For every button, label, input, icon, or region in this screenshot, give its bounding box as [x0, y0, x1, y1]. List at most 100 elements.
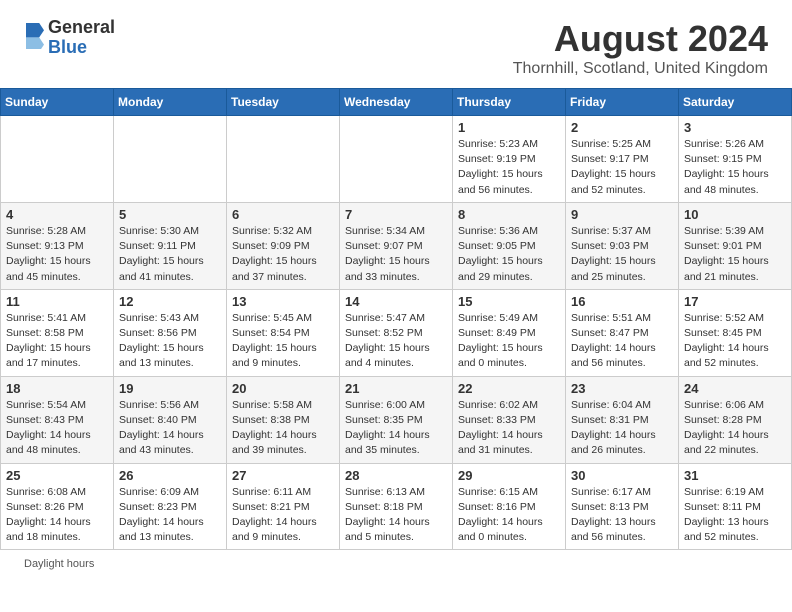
calendar-day-cell: 12 Sunrise: 5:43 AMSunset: 8:56 PMDayligh…: [114, 289, 227, 376]
day-number: 25: [6, 468, 108, 483]
calendar-day-cell: 1 Sunrise: 5:23 AMSunset: 9:19 PMDaylight…: [453, 116, 566, 203]
day-info: Sunrise: 5:45 AMSunset: 8:54 PMDaylight:…: [232, 311, 334, 372]
calendar-day-cell: 25 Sunrise: 6:08 AMSunset: 8:26 PMDayligh…: [1, 463, 114, 550]
day-info: Sunrise: 5:36 AMSunset: 9:05 PMDaylight:…: [458, 224, 560, 285]
day-info: Sunrise: 6:13 AMSunset: 8:18 PMDaylight:…: [345, 485, 447, 546]
day-info: Sunrise: 6:09 AMSunset: 8:23 PMDaylight:…: [119, 485, 221, 546]
day-number: 5: [119, 207, 221, 222]
title-section: August 2024 Thornhill, Scotland, United …: [513, 18, 768, 78]
day-number: 4: [6, 207, 108, 222]
page-header: General Blue August 2024 Thornhill, Scot…: [0, 0, 792, 88]
day-number: 13: [232, 294, 334, 309]
subtitle: Thornhill, Scotland, United Kingdom: [513, 60, 768, 78]
calendar-day-cell: 9 Sunrise: 5:37 AMSunset: 9:03 PMDaylight…: [566, 202, 679, 289]
day-number: 7: [345, 207, 447, 222]
day-info: Sunrise: 6:19 AMSunset: 8:11 PMDaylight:…: [684, 485, 786, 546]
calendar-day-cell: 15 Sunrise: 5:49 AMSunset: 8:49 PMDayligh…: [453, 289, 566, 376]
day-info: Sunrise: 5:56 AMSunset: 8:40 PMDaylight:…: [119, 398, 221, 459]
calendar-day-cell: 2 Sunrise: 5:25 AMSunset: 9:17 PMDaylight…: [566, 116, 679, 203]
day-info: Sunrise: 5:23 AMSunset: 9:19 PMDaylight:…: [458, 137, 560, 198]
footer-text: Daylight hours: [24, 558, 94, 570]
main-title: August 2024: [513, 18, 768, 60]
calendar-day-cell: 27 Sunrise: 6:11 AMSunset: 8:21 PMDayligh…: [227, 463, 340, 550]
day-info: Sunrise: 6:08 AMSunset: 8:26 PMDaylight:…: [6, 485, 108, 546]
day-of-week-header: Tuesday: [227, 89, 340, 116]
day-number: 9: [571, 207, 673, 222]
calendar-week-row: 25 Sunrise: 6:08 AMSunset: 8:26 PMDayligh…: [1, 463, 792, 550]
calendar-day-cell: [340, 116, 453, 203]
day-number: 26: [119, 468, 221, 483]
calendar-day-cell: 17Sunrise: 5:52 AMSunset: 8:45 PMDayligh…: [679, 289, 792, 376]
calendar-day-cell: 18 Sunrise: 5:54 AMSunset: 8:43 PMDayligh…: [1, 376, 114, 463]
day-number: 18: [6, 381, 108, 396]
day-info: Sunrise: 6:11 AMSunset: 8:21 PMDaylight:…: [232, 485, 334, 546]
day-number: 19: [119, 381, 221, 396]
calendar-day-cell: 23 Sunrise: 6:04 AMSunset: 8:31 PMDayligh…: [566, 376, 679, 463]
calendar-day-cell: 8Sunrise: 5:36 AMSunset: 9:05 PMDaylight…: [453, 202, 566, 289]
footer: Daylight hours: [0, 550, 792, 578]
calendar-day-cell: 24 Sunrise: 6:06 AMSunset: 8:28 PMDayligh…: [679, 376, 792, 463]
day-of-week-header: Wednesday: [340, 89, 453, 116]
day-info: Sunrise: 5:26 AMSunset: 9:15 PMDaylight:…: [684, 137, 786, 198]
day-of-week-header: Thursday: [453, 89, 566, 116]
calendar-day-cell: [1, 116, 114, 203]
day-number: 28: [345, 468, 447, 483]
day-number: 10: [684, 207, 786, 222]
calendar-day-cell: 29Sunrise: 6:15 AMSunset: 8:16 PMDayligh…: [453, 463, 566, 550]
day-number: 6: [232, 207, 334, 222]
day-number: 2: [571, 120, 673, 135]
calendar-week-row: 11 Sunrise: 5:41 AMSunset: 8:58 PMDayligh…: [1, 289, 792, 376]
day-number: 12: [119, 294, 221, 309]
day-number: 3: [684, 120, 786, 135]
day-number: 24: [684, 381, 786, 396]
day-of-week-header: Monday: [114, 89, 227, 116]
day-info: Sunrise: 5:25 AMSunset: 9:17 PMDaylight:…: [571, 137, 673, 198]
calendar-day-cell: 4Sunrise: 5:28 AMSunset: 9:13 PMDaylight…: [1, 202, 114, 289]
calendar-day-cell: 26 Sunrise: 6:09 AMSunset: 8:23 PMDayligh…: [114, 463, 227, 550]
day-info: Sunrise: 6:00 AMSunset: 8:35 PMDaylight:…: [345, 398, 447, 459]
day-info: Sunrise: 5:30 AMSunset: 9:11 PMDaylight:…: [119, 224, 221, 285]
calendar-day-cell: 11 Sunrise: 5:41 AMSunset: 8:58 PMDayligh…: [1, 289, 114, 376]
calendar-day-cell: 14 Sunrise: 5:47 AMSunset: 8:52 PMDayligh…: [340, 289, 453, 376]
calendar-day-cell: 21 Sunrise: 6:00 AMSunset: 8:35 PMDayligh…: [340, 376, 453, 463]
calendar-header-row: SundayMondayTuesdayWednesdayThursdayFrid…: [1, 89, 792, 116]
day-info: Sunrise: 6:15 AMSunset: 8:16 PMDaylight:…: [458, 485, 560, 546]
calendar-day-cell: 13 Sunrise: 5:45 AMSunset: 8:54 PMDayligh…: [227, 289, 340, 376]
day-info: Sunrise: 6:04 AMSunset: 8:31 PMDaylight:…: [571, 398, 673, 459]
day-info: Sunrise: 5:37 AMSunset: 9:03 PMDaylight:…: [571, 224, 673, 285]
day-info: Sunrise: 6:06 AMSunset: 8:28 PMDaylight:…: [684, 398, 786, 459]
day-number: 23: [571, 381, 673, 396]
day-number: 16: [571, 294, 673, 309]
day-number: 11: [6, 294, 108, 309]
calendar-day-cell: 16 Sunrise: 5:51 AMSunset: 8:47 PMDayligh…: [566, 289, 679, 376]
day-number: 21: [345, 381, 447, 396]
calendar-day-cell: 30Sunrise: 6:17 AMSunset: 8:13 PMDayligh…: [566, 463, 679, 550]
calendar-week-row: 4Sunrise: 5:28 AMSunset: 9:13 PMDaylight…: [1, 202, 792, 289]
day-of-week-header: Friday: [566, 89, 679, 116]
calendar-day-cell: [114, 116, 227, 203]
day-number: 1: [458, 120, 560, 135]
logo-blue-text: Blue: [48, 37, 87, 57]
calendar-day-cell: 20Sunrise: 5:58 AMSunset: 8:38 PMDayligh…: [227, 376, 340, 463]
day-info: Sunrise: 5:41 AMSunset: 8:58 PMDaylight:…: [6, 311, 108, 372]
day-info: Sunrise: 5:34 AMSunset: 9:07 PMDaylight:…: [345, 224, 447, 285]
day-info: Sunrise: 6:02 AMSunset: 8:33 PMDaylight:…: [458, 398, 560, 459]
day-info: Sunrise: 5:52 AMSunset: 8:45 PMDaylight:…: [684, 311, 786, 372]
day-number: 20: [232, 381, 334, 396]
day-number: 22: [458, 381, 560, 396]
calendar-day-cell: 7 Sunrise: 5:34 AMSunset: 9:07 PMDaylight…: [340, 202, 453, 289]
calendar-day-cell: 28 Sunrise: 6:13 AMSunset: 8:18 PMDayligh…: [340, 463, 453, 550]
day-number: 27: [232, 468, 334, 483]
calendar-day-cell: 3 Sunrise: 5:26 AMSunset: 9:15 PMDaylight…: [679, 116, 792, 203]
day-info: Sunrise: 5:51 AMSunset: 8:47 PMDaylight:…: [571, 311, 673, 372]
day-info: Sunrise: 5:54 AMSunset: 8:43 PMDaylight:…: [6, 398, 108, 459]
day-number: 15: [458, 294, 560, 309]
calendar-week-row: 18 Sunrise: 5:54 AMSunset: 8:43 PMDayligh…: [1, 376, 792, 463]
day-info: Sunrise: 5:49 AMSunset: 8:49 PMDaylight:…: [458, 311, 560, 372]
day-number: 31: [684, 468, 786, 483]
day-number: 14: [345, 294, 447, 309]
day-info: Sunrise: 5:43 AMSunset: 8:56 PMDaylight:…: [119, 311, 221, 372]
day-info: Sunrise: 5:47 AMSunset: 8:52 PMDaylight:…: [345, 311, 447, 372]
calendar-day-cell: 10Sunrise: 5:39 AMSunset: 9:01 PMDayligh…: [679, 202, 792, 289]
day-number: 30: [571, 468, 673, 483]
